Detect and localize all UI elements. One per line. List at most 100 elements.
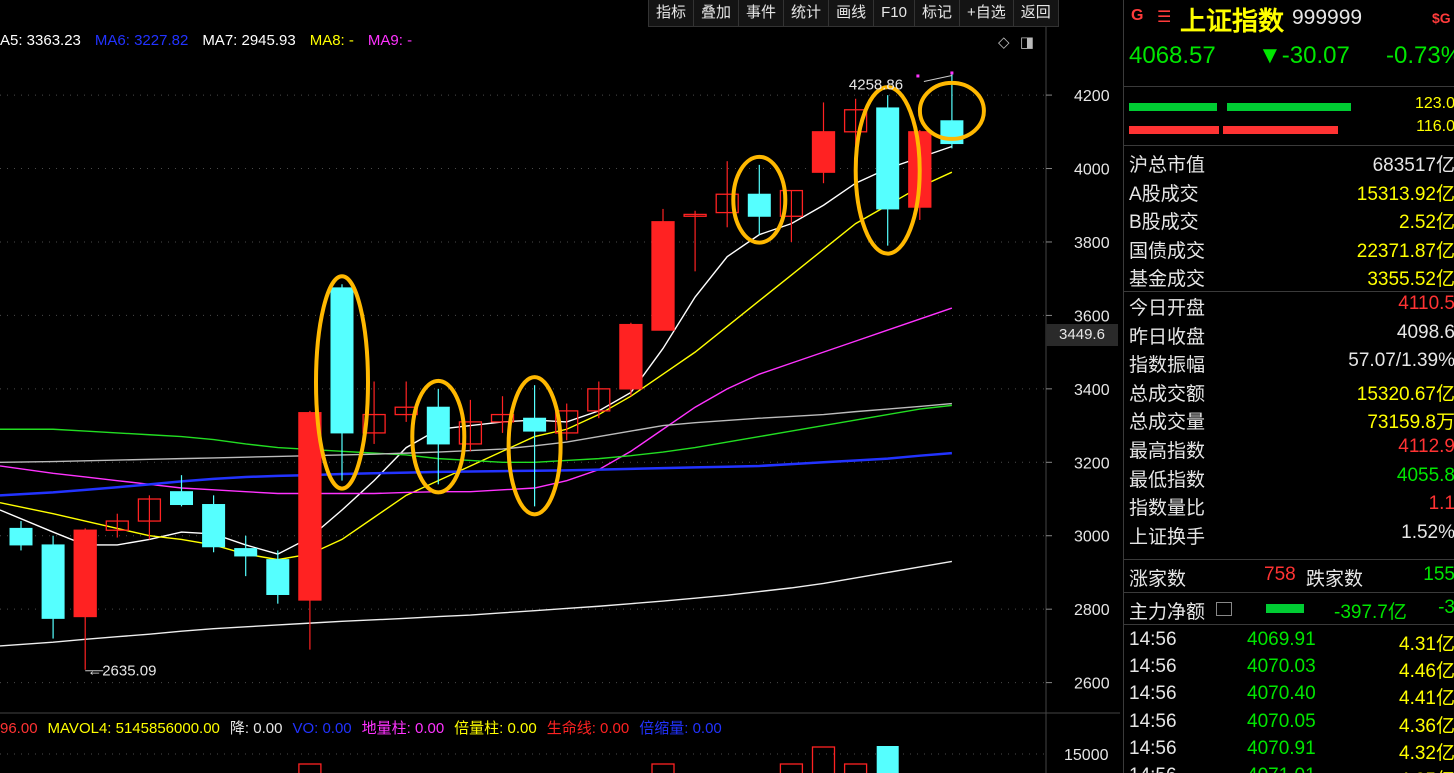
tick-p: 4070.05 bbox=[1247, 710, 1316, 732]
stat-row: 基金成交 3355.52亿 bbox=[1124, 261, 1454, 290]
divider bbox=[1124, 559, 1454, 560]
list-icon[interactable] bbox=[1216, 602, 1232, 616]
candle-down bbox=[41, 544, 65, 619]
stat-value: 15320.67亿 bbox=[1356, 383, 1454, 405]
tick-row: 14:56 4071.01 4.25亿 bbox=[1124, 763, 1454, 773]
ma_legend-item: MA8: - bbox=[309, 32, 354, 49]
vol_legend-item: VO: 0.00 bbox=[292, 720, 352, 737]
chart-corner-icons[interactable]: ◇ ◨ bbox=[998, 33, 1034, 51]
candle-up bbox=[619, 323, 643, 390]
toolbar-button-2[interactable]: 事件 bbox=[739, 0, 785, 26]
tick-v: 4.32亿 bbox=[1399, 742, 1454, 764]
stat-row: 指数量比 1.1 bbox=[1124, 490, 1454, 519]
y-tick-label: 4200 bbox=[1074, 88, 1110, 105]
y-tick-label: 3200 bbox=[1074, 455, 1110, 472]
kline-chart-area[interactable]: 2600 2800 3000 3200 3400 3600 3800 4000 4200 4258… bbox=[0, 0, 1120, 773]
vol_legend-item: 降: 0.00 bbox=[229, 720, 283, 737]
y-tick-label: 4000 bbox=[1074, 162, 1110, 179]
low-label: ←2635.09 bbox=[87, 663, 156, 680]
y-tick-label: 3600 bbox=[1074, 308, 1110, 325]
tick-t: 14:56 bbox=[1129, 765, 1177, 773]
kline-chart[interactable]: 2600 2800 3000 3200 3400 3600 3800 4000 4200 4258… bbox=[0, 0, 1120, 773]
toolbar-button-4[interactable]: 画线 bbox=[829, 0, 875, 26]
candle-down bbox=[747, 193, 771, 217]
net-amount: -397.7亿 bbox=[1334, 602, 1407, 623]
tick-t: 14:56 bbox=[1129, 656, 1177, 678]
sell-bar bbox=[1223, 126, 1338, 134]
toolbar-button-3[interactable]: 统计 bbox=[784, 0, 830, 26]
stat-value: 1.52% bbox=[1401, 521, 1454, 543]
toolbar-button-0[interactable]: 指标 bbox=[649, 0, 695, 26]
stat-label: 指数振幅 bbox=[1129, 355, 1206, 377]
tick-p: 4070.03 bbox=[1247, 656, 1316, 678]
stat-row: 国债成交 22371.87亿 bbox=[1124, 233, 1454, 262]
price-change: ▼-30.07 bbox=[1258, 42, 1350, 69]
buy-bar bbox=[1227, 103, 1351, 111]
volume-bar-up bbox=[779, 763, 804, 773]
menu-icon[interactable]: ☰ bbox=[1157, 7, 1171, 27]
candle-down bbox=[426, 406, 450, 445]
tick-t: 14:56 bbox=[1129, 683, 1177, 705]
ma-line-0 bbox=[0, 145, 953, 555]
tick-v: 4.31亿 bbox=[1399, 634, 1454, 655]
stat-row: 今日开盘 4110.5 bbox=[1124, 290, 1454, 319]
last-price: 4068.57 bbox=[1129, 42, 1216, 69]
stat-row: 最低指数 4055.8 bbox=[1124, 462, 1454, 491]
stat-row: 最高指数 4112.9 bbox=[1124, 433, 1454, 462]
quote-panel: G ☰ 上证指数 999999 $G 4068.57 ▼-30.07 -0.73… bbox=[1123, 0, 1454, 773]
divider bbox=[1124, 86, 1454, 87]
toolbar-button-7[interactable]: +自选 bbox=[960, 0, 1014, 26]
net-flow-bar bbox=[1266, 604, 1304, 613]
window-toggle-icon[interactable]: ◨ bbox=[1020, 34, 1034, 51]
tick-v: 4.36亿 bbox=[1399, 715, 1454, 737]
volume-bar-down bbox=[876, 746, 899, 773]
y-tick-label: 3800 bbox=[1074, 235, 1110, 252]
sg-badge: $G bbox=[1432, 10, 1451, 26]
stat-row: 沪总市值 683517亿 bbox=[1124, 147, 1454, 176]
stat-label: 昨日收盘 bbox=[1129, 326, 1206, 348]
tick-p: 4069.91 bbox=[1247, 629, 1316, 650]
stat-value: 4055.8 bbox=[1396, 464, 1454, 486]
ma-line-4 bbox=[0, 402, 952, 463]
tick-row: 14:56 4070.40 4.41亿 bbox=[1124, 681, 1454, 709]
stat-label: A股成交 bbox=[1129, 183, 1199, 205]
stat-row: A股成交 15313.92亿 bbox=[1124, 176, 1454, 205]
down-count: 155 bbox=[1423, 564, 1454, 585]
candle-up bbox=[651, 221, 675, 331]
index-name: 上证指数 bbox=[1180, 6, 1285, 36]
stat-label: 指数量比 bbox=[1129, 498, 1206, 520]
stat-value: 1.1 bbox=[1428, 493, 1454, 515]
advance-decline-row: 涨家数 758 跌家数 155 bbox=[1129, 564, 1454, 590]
stat-label: 最低指数 bbox=[1129, 469, 1206, 491]
buy-bar bbox=[1129, 103, 1217, 111]
tick-p: 4070.40 bbox=[1247, 683, 1316, 705]
stat-label: 国债成交 bbox=[1129, 240, 1206, 262]
candle-down bbox=[523, 417, 547, 432]
toolbar-button-1[interactable]: 叠加 bbox=[694, 0, 740, 26]
toolbar-button-8[interactable]: 返回 bbox=[1014, 0, 1059, 26]
stat-value: 4110.5 bbox=[1398, 293, 1454, 314]
stat-label: 今日开盘 bbox=[1129, 298, 1206, 319]
tick-row: 14:56 4070.91 4.32亿 bbox=[1124, 736, 1454, 764]
ma_legend-item: A5: 3363.23 bbox=[0, 32, 81, 49]
y-tick-label: 3000 bbox=[1074, 529, 1110, 546]
vol_legend-item: 地量柱: 0.00 bbox=[361, 720, 445, 737]
stat-value: 4112.9 bbox=[1398, 436, 1454, 457]
diamond-icon[interactable]: ◇ bbox=[998, 34, 1010, 51]
toolbar-button-5[interactable]: F10 bbox=[874, 0, 915, 26]
ma-line-2 bbox=[0, 307, 953, 495]
g-icon[interactable]: G bbox=[1131, 7, 1143, 25]
ma_legend-item: MA7: 2945.93 bbox=[202, 32, 296, 49]
high-label: 4258.86 bbox=[849, 76, 903, 93]
main-net-row: 主力净额 -397.7亿 -3 bbox=[1129, 597, 1454, 623]
divider bbox=[1124, 592, 1454, 593]
candle-down bbox=[9, 527, 33, 546]
volume-bar-up bbox=[843, 763, 868, 773]
tick-v: 4.46亿 bbox=[1399, 661, 1454, 683]
toolbar-button-6[interactable]: 标记 bbox=[915, 0, 960, 26]
stat-row: 总成交额 15320.67亿 bbox=[1124, 376, 1454, 405]
candle-up bbox=[73, 529, 97, 618]
tick-t: 14:56 bbox=[1129, 737, 1177, 759]
stat-row: 总成交量 73159.8万 bbox=[1124, 404, 1454, 433]
ma-legend: A5: 3363.23 MA6: 3227.82 MA7: 2945.93 MA8: … bbox=[0, 32, 426, 49]
